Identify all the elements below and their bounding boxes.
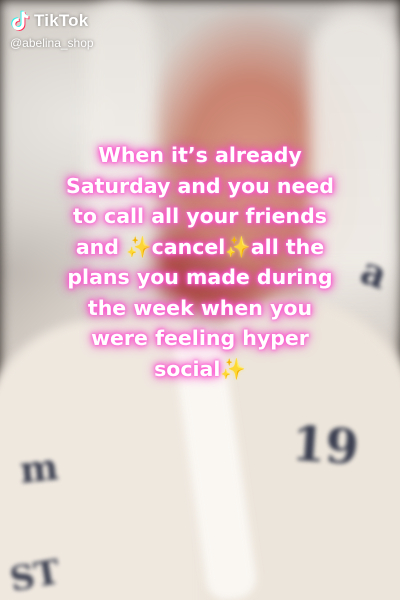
blanket-scribble: ST (6, 551, 63, 600)
caption-line: plans you made during (67, 265, 333, 289)
caption-segment: cancel (151, 234, 226, 259)
caption-line: When it’s already (98, 143, 302, 167)
sparkles-icon: ✨ (220, 356, 246, 381)
blanket-scribble: 19 (290, 415, 361, 477)
caption-segment: all the (250, 234, 325, 259)
tiktok-watermark: TikTok @abelina_shop (10, 10, 94, 50)
blanket-scribble: m (17, 446, 61, 492)
caption-line: to call all your friends (73, 204, 327, 228)
caption-line: and ✨cancel✨all the (22, 232, 378, 263)
sparkles-icon: ✨ (126, 234, 152, 259)
caption-segment: social (154, 356, 221, 381)
tiktok-logo-icon (10, 10, 30, 32)
caption-line: the week when you (87, 295, 313, 320)
caption-text: When it’s already Saturday and you need … (22, 140, 378, 384)
sparkles-icon: ✨ (225, 234, 251, 259)
watermark-brand-row: TikTok (10, 10, 94, 32)
caption-segment: and (75, 234, 127, 259)
video-frame[interactable]: m 19 ST a TikTok @abelina_shop When it’s… (0, 0, 400, 600)
caption-line: were feeling hyper (91, 326, 309, 350)
caption-line: Saturday and you need (66, 173, 334, 198)
watermark-handle: @abelina_shop (10, 36, 94, 50)
caption-line: social✨ (22, 354, 378, 385)
watermark-brand: TikTok (34, 11, 89, 30)
